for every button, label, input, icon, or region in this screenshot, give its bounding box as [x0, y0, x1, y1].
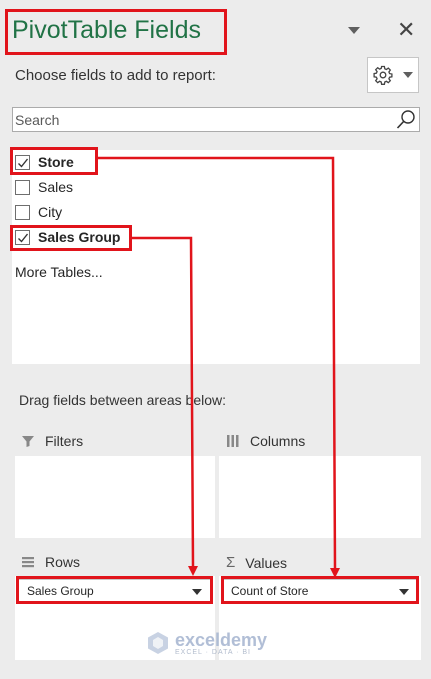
search-input[interactable]	[15, 110, 395, 129]
sales-group-highlight-box	[10, 225, 132, 251]
filters-area-header: Filters	[15, 428, 215, 456]
choose-fields-label: Choose fields to add to report:	[15, 67, 216, 84]
field-sales[interactable]: Sales	[15, 176, 73, 198]
settings-button[interactable]	[367, 57, 419, 93]
columns-header: Columns	[226, 433, 305, 449]
rows-label: Rows	[45, 554, 81, 570]
title-highlight-box	[5, 9, 227, 55]
filters-drop-area[interactable]	[15, 456, 215, 538]
close-icon[interactable]: ✕	[397, 16, 415, 44]
field-label: Sales	[38, 179, 74, 195]
field-label: City	[38, 204, 63, 220]
filters-label: Filters	[45, 433, 84, 449]
exceldemy-watermark: exceldemy EXCEL · DATA · BI	[145, 630, 267, 656]
search-icon[interactable]	[395, 109, 417, 131]
settings-caret-icon	[403, 72, 413, 78]
rows-area-header: Rows	[15, 548, 215, 576]
columns-area-header: Columns	[219, 428, 421, 456]
drag-fields-label: Drag fields between areas below:	[19, 392, 227, 408]
field-city-checkbox[interactable]	[15, 204, 30, 220]
more-tables-link[interactable]: More Tables...	[15, 264, 103, 280]
watermark-tagline: EXCEL · DATA · BI	[175, 648, 251, 656]
values-header: Σ Values	[226, 554, 287, 571]
sigma-icon: Σ	[226, 554, 236, 571]
rows-highlight-box	[16, 576, 213, 604]
values-label: Values	[245, 554, 288, 571]
values-area-header: Σ Values	[219, 548, 421, 576]
field-list: Store Sales City Sales Group More Tables…	[12, 150, 420, 364]
gear-icon	[373, 65, 393, 85]
area-divider	[216, 428, 218, 660]
panel-options-dropdown-icon[interactable]	[348, 27, 360, 34]
store-highlight-box	[10, 147, 98, 175]
rows-header: Rows	[21, 554, 80, 570]
columns-drop-area[interactable]	[219, 456, 421, 538]
watermark-name: exceldemy	[175, 629, 268, 650]
filters-header: Filters	[21, 433, 83, 449]
field-sales-checkbox[interactable]	[15, 179, 30, 195]
filter-icon	[22, 436, 34, 447]
columns-icon	[227, 435, 239, 447]
search-box[interactable]	[12, 107, 420, 132]
rows-icon	[22, 557, 34, 568]
values-highlight-box	[221, 576, 419, 604]
field-city[interactable]: City	[15, 201, 62, 223]
exceldemy-logo-icon	[148, 632, 168, 654]
columns-label: Columns	[250, 433, 306, 449]
